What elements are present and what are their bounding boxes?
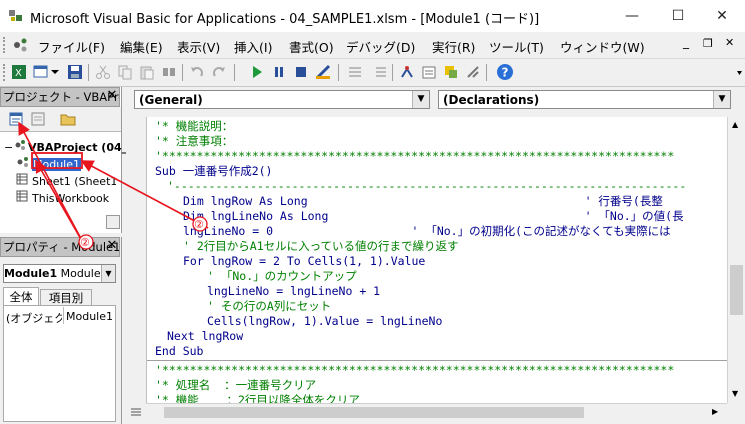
annotation-arrow-module bbox=[35, 159, 87, 249]
annotation-arrow-code bbox=[80, 160, 209, 229]
annotation-overlay: ② ② bbox=[18, 121, 209, 250]
annotation-marker-label-right: ② bbox=[194, 218, 204, 231]
annotation-marker-label-left: ② bbox=[80, 236, 90, 249]
